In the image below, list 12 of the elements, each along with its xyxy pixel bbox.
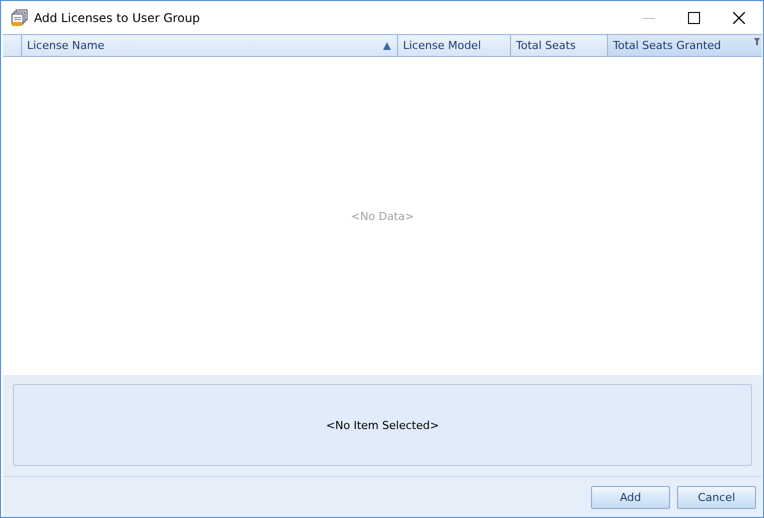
column-header[interactable]: License Name <box>22 35 398 56</box>
column-header[interactable]: License Model <box>398 35 511 56</box>
empty-message: <No Item Selected> <box>326 418 440 432</box>
column-header[interactable]: Total Seats Granted <box>608 35 762 56</box>
dialog-button[interactable]: Add <box>591 486 670 508</box>
filter-icon[interactable] <box>754 38 760 45</box>
dialog-button[interactable]: Cancel <box>677 486 756 508</box>
empty-message: <No Data> <box>350 210 414 222</box>
window-title: Add Licenses to User Group <box>34 10 200 24</box>
close-icon[interactable] <box>733 12 745 24</box>
maximize-icon[interactable] <box>688 12 700 24</box>
app-icon <box>11 8 29 26</box>
